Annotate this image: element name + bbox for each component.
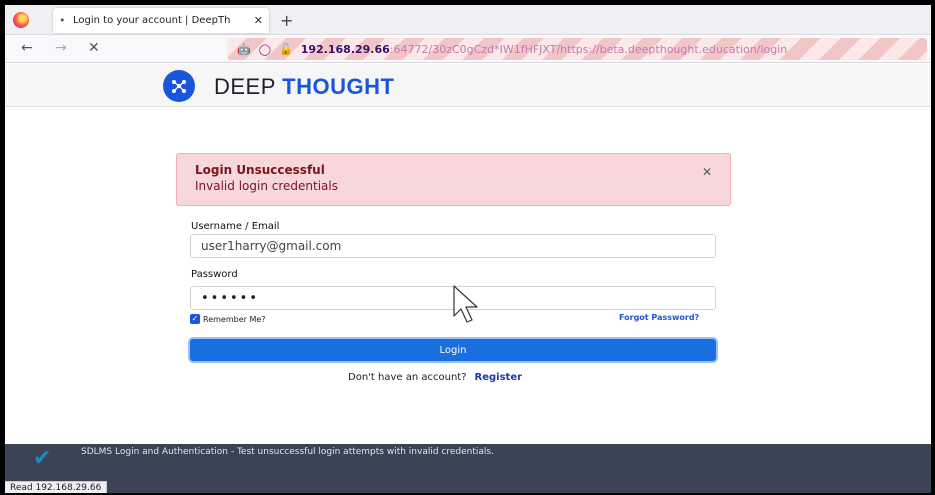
register-link[interactable]: Register [475,372,523,383]
remember-me-row[interactable]: ✓ Remember Me? [190,314,266,324]
firefox-logo-icon[interactable] [13,12,29,28]
remote-control-icon[interactable]: 🤖 [237,43,251,56]
alert-message: Invalid login credentials [195,179,338,193]
tab-strip: • Login to your account | DeepTh ✕ + [5,5,931,35]
back-arrow-icon[interactable]: ← [21,40,33,56]
error-alert: Login Unsuccessful Invalid login credent… [176,153,731,206]
nav-bar: ← → ✕ 🤖 ◯ 🔓 192.168.29.66 :64772/30zC0gC… [5,35,931,63]
password-label: Password [191,269,238,280]
forward-arrow-icon[interactable]: → [55,40,67,56]
username-input[interactable] [190,234,716,258]
new-tab-button[interactable]: + [280,11,293,30]
brand-name: DEEP THOUGHT [214,74,394,100]
username-label: Username / Email [191,221,280,232]
brand-second-word: THOUGHT [282,74,395,99]
browser-window: • Login to your account | DeepTh ✕ + ← →… [5,5,931,493]
deep-thought-logo-icon[interactable] [163,70,195,102]
status-bar-text: Read 192.168.29.66 [5,481,108,493]
caption-bar: ✔ SDLMS Login and Authentication - Test … [5,444,931,493]
brand-first-word: DEEP [214,74,276,99]
mouse-cursor-icon [453,285,478,323]
site-header: DEEP THOUGHT [5,64,931,107]
checkmark-logo-icon: ✔ [33,446,52,471]
browser-tab[interactable]: • Login to your account | DeepTh ✕ [53,8,269,33]
tab-close-icon[interactable]: ✕ [250,14,263,27]
url-host: 192.168.29.66 [300,42,390,56]
stop-loading-icon[interactable]: ✕ [88,40,100,56]
caption-text: SDLMS Login and Authentication - Test un… [81,447,494,457]
insecure-lock-icon[interactable]: 🔓 [279,43,293,56]
no-account-text: Don't have an account? [348,372,467,383]
register-prompt: Don't have an account? Register [348,372,522,383]
forgot-password-link[interactable]: Forgot Password? [619,313,699,322]
remember-me-label[interactable]: Remember Me? [203,315,266,324]
login-button[interactable]: Login [190,339,716,361]
alert-close-icon[interactable]: ✕ [702,165,712,179]
url-path: :64772/30zC0gCzd*IW1fHFJXT/https://beta.… [389,42,788,56]
remember-me-checkbox[interactable]: ✓ [190,314,200,324]
loading-icon: • [59,14,66,27]
tab-title: Login to your account | DeepTh [73,15,231,26]
url-bar[interactable]: 🤖 ◯ 🔓 192.168.29.66 :64772/30zC0gCzd*IW1… [227,38,927,60]
alert-title: Login Unsuccessful [195,163,325,177]
tracking-shield-icon[interactable]: ◯ [259,43,271,56]
